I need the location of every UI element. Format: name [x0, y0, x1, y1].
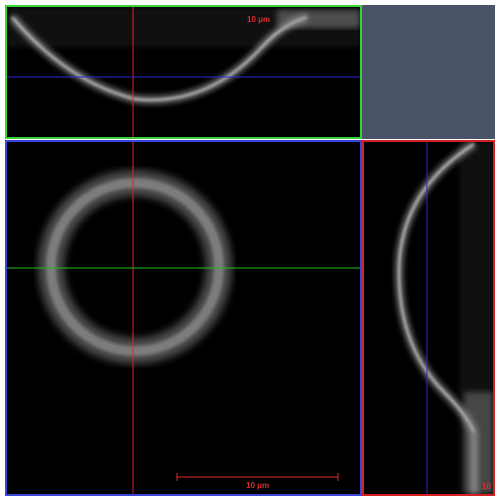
xz-section-canvas — [7, 7, 360, 137]
corner-panel — [362, 5, 495, 139]
xy-section-canvas — [7, 142, 360, 494]
yz-scale-bar-label: 10 — [482, 482, 491, 491]
yz-section-view[interactable]: 10 — [362, 140, 495, 496]
xy-scale-bar-label: 10 μm — [246, 481, 270, 490]
xy-section-view[interactable]: 10 μm — [5, 140, 362, 496]
yz-section-canvas — [364, 142, 493, 494]
xz-section-view[interactable]: 10 μm — [5, 5, 362, 139]
xz-scale-bar-label: 10 μm — [247, 15, 271, 24]
